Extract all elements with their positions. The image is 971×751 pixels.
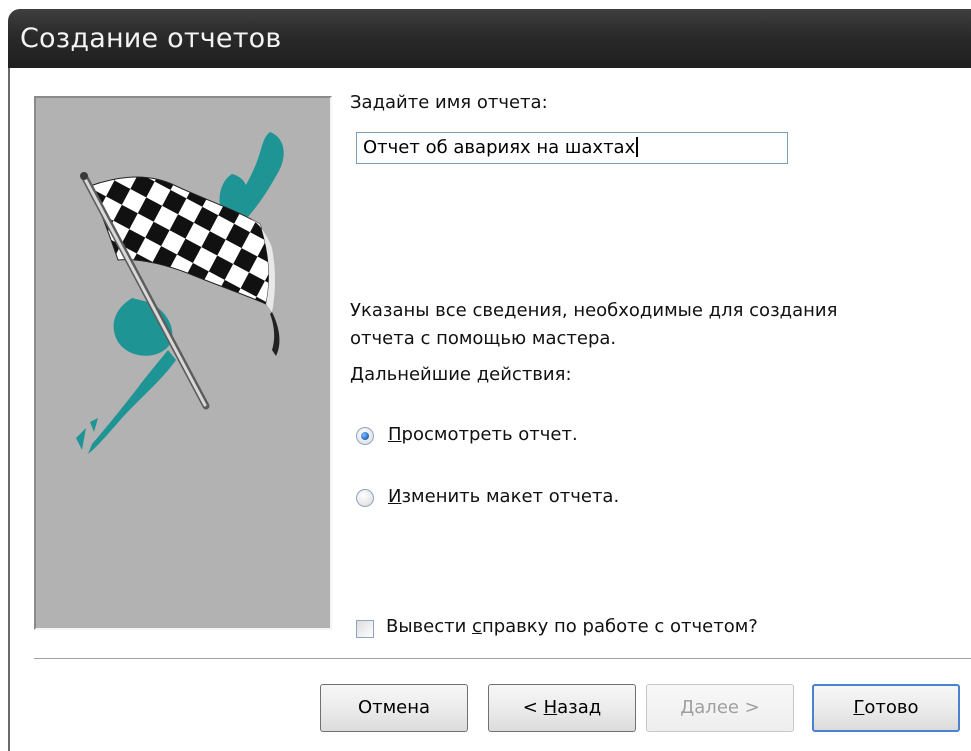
report-name-label: Задайте имя отчета: [350, 92, 548, 113]
next-button[interactable]: Далее > [646, 684, 794, 732]
wizard-body: Задайте имя отчета: Отчет об авариях на … [8, 68, 971, 751]
wizard-image-panel [34, 96, 332, 630]
preview-radio[interactable] [356, 427, 374, 445]
window-title: Создание отчетов [20, 23, 282, 54]
help-checkbox-label: Вывести справку по работе с отчетом? [386, 616, 758, 637]
button-separator [34, 658, 971, 660]
help-checkbox-row[interactable]: Вывести справку по работе с отчетом? [356, 616, 816, 642]
text-caret [636, 137, 639, 157]
help-checkbox[interactable] [356, 620, 374, 638]
report-name-value: Отчет об авариях на шахтах [363, 137, 636, 158]
modify-label: Изменить макет отчета. [388, 486, 620, 507]
option-preview-report[interactable]: Просмотреть отчет. [356, 424, 656, 450]
modify-radio[interactable] [356, 489, 374, 507]
option-modify-layout[interactable]: Изменить макет отчета. [356, 486, 676, 512]
report-name-input[interactable]: Отчет об авариях на шахтах [356, 132, 788, 164]
preview-label: Просмотреть отчет. [388, 424, 578, 445]
finish-button[interactable]: Готово [812, 684, 960, 732]
back-button[interactable]: < Назад [488, 684, 636, 732]
title-bar[interactable]: Создание отчетов [8, 9, 971, 68]
next-actions-label: Дальнейшие действия: [350, 364, 572, 385]
info-text-line-2: отчета с помощью мастера. [350, 328, 617, 349]
info-text-line-1: Указаны все сведения, необходимые для со… [350, 300, 838, 321]
cancel-button[interactable]: Отмена [320, 684, 468, 732]
checkered-flag-icon [76, 132, 284, 454]
